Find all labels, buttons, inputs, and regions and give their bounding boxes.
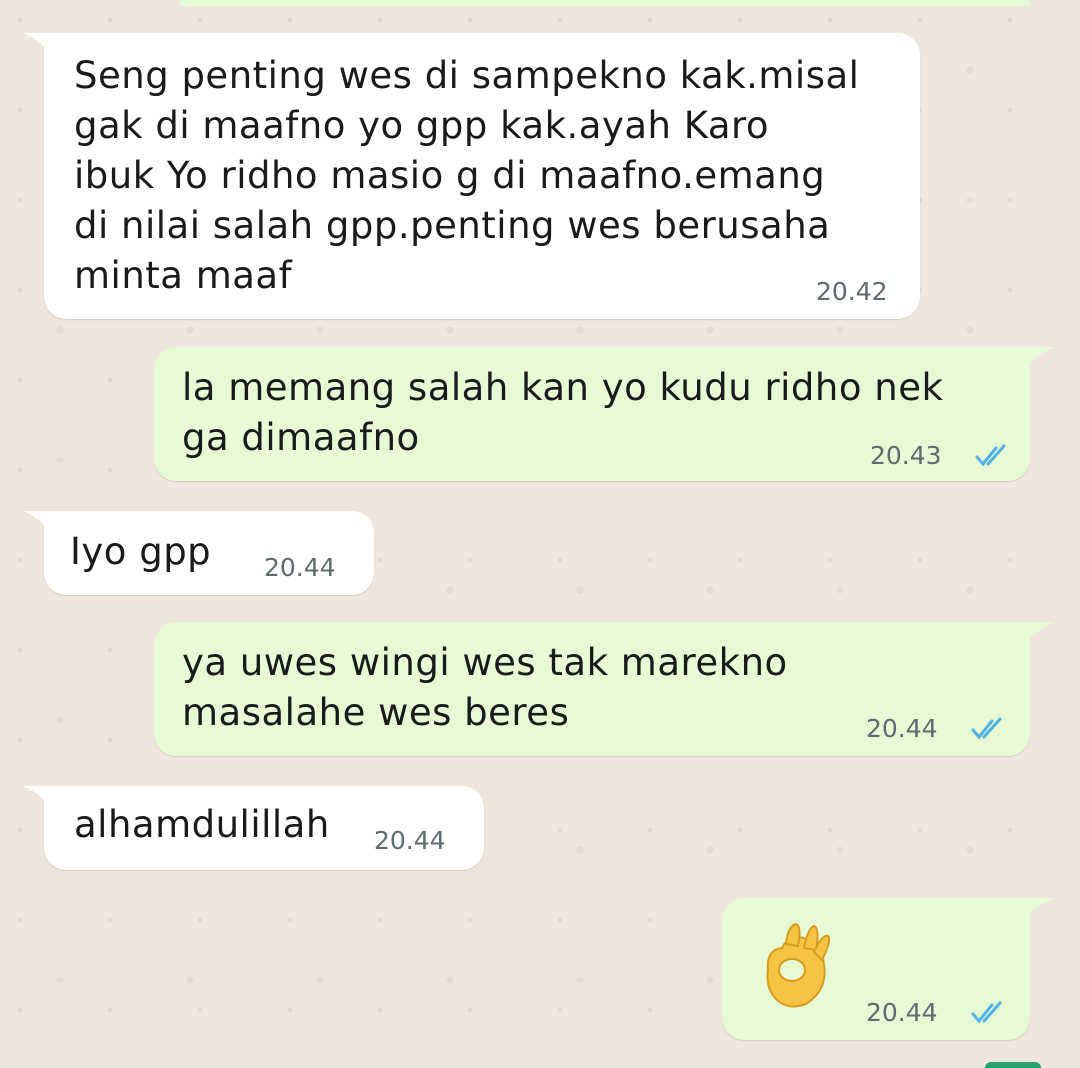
message-timestamp: 20.44	[374, 826, 446, 855]
bubble-tail-icon	[22, 511, 52, 533]
message-text-line: alhamdulillah	[74, 803, 330, 846]
message-text-line: ga dimaafno	[182, 416, 420, 459]
bubble-tail-icon	[1022, 622, 1056, 644]
message-bubble-outgoing[interactable]: 20.44	[722, 898, 1030, 1040]
message-timestamp: 20.42	[816, 277, 888, 306]
chat-background: Seng penting wes di sampekno kak.misal g…	[0, 0, 1080, 1068]
bubble-tail-icon	[1022, 898, 1056, 920]
message-text-line: di nilai salah gpp.penting wes berusaha	[74, 204, 831, 247]
message-text-line: Seng penting wes di sampekno kak.misal	[74, 54, 860, 97]
bubble-tail-icon	[22, 786, 52, 808]
message-text-line: la memang salah kan yo kudu ridho nek	[182, 366, 944, 409]
message-timestamp: 20.44	[264, 553, 336, 582]
message-text-line: ibuk Yo ridho masio g di maafno.emang	[74, 154, 826, 197]
message-text-line: gak di maafno yo gpp kak.ayah Karo	[74, 104, 770, 147]
previous-message-edge	[0, 0, 1080, 6]
message-bubble-incoming[interactable]: Iyo gpp 20.44	[44, 511, 374, 595]
message-text-line: masalahe wes beres	[182, 691, 570, 734]
read-receipt-icon	[971, 1001, 1002, 1024]
bubble-tail-icon	[22, 33, 52, 55]
message-text-line: Iyo gpp	[70, 530, 212, 573]
ok-hand-emoji-icon	[766, 922, 831, 1008]
bubble-tail-icon	[1022, 347, 1056, 369]
message-bubble-outgoing[interactable]: ya uwes wingi wes tak marekno masalahe w…	[154, 622, 1030, 756]
message-text-line: minta maaf	[74, 254, 293, 297]
read-receipt-icon	[971, 717, 1002, 740]
message-bubble-incoming[interactable]: alhamdulillah 20.44	[44, 786, 484, 870]
message-timestamp: 20.44	[866, 998, 938, 1027]
message-bubble-outgoing[interactable]: la memang salah kan yo kudu ridho nek ga…	[154, 347, 1030, 481]
message-timestamp: 20.43	[870, 441, 942, 470]
message-text-line: ya uwes wingi wes tak marekno	[182, 641, 788, 684]
message-bubble-incoming[interactable]: Seng penting wes di sampekno kak.misal g…	[44, 33, 920, 319]
message-timestamp: 20.44	[866, 714, 938, 743]
read-receipt-icon	[975, 444, 1006, 467]
scroll-down-button-edge[interactable]	[985, 1062, 1041, 1068]
